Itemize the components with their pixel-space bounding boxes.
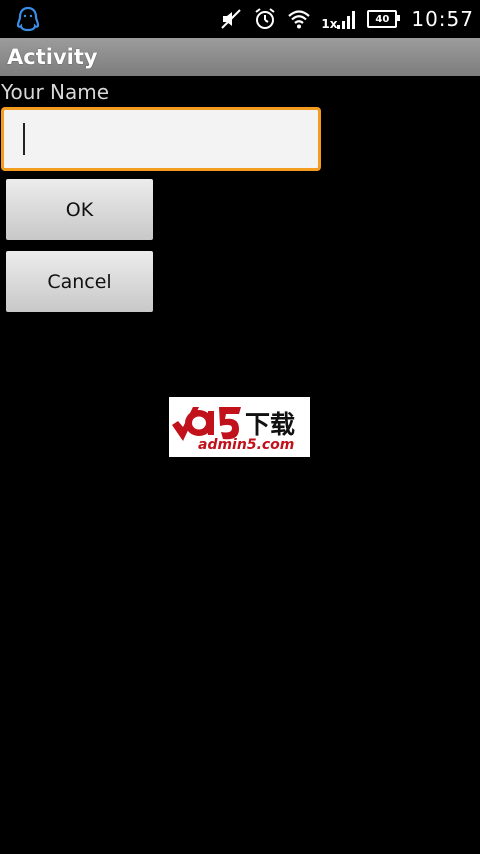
status-time: 10:57	[411, 7, 474, 31]
ok-button[interactable]: OK	[6, 179, 153, 240]
text-cursor	[23, 123, 25, 155]
battery-level: 40	[375, 13, 390, 25]
watermark-logo: 下载 admin5.com a5	[169, 397, 310, 457]
qq-penguin-icon	[16, 6, 40, 32]
title-bar: Activity	[0, 38, 480, 76]
cancel-button[interactable]: Cancel	[6, 251, 153, 312]
logo-sub-text: admin5.com	[198, 437, 295, 453]
wifi-icon	[288, 10, 311, 29]
signal-icon: 1x	[321, 7, 357, 31]
status-bar: 1x 40 10:57	[0, 0, 480, 38]
muted-icon	[221, 9, 242, 29]
name-input-container[interactable]	[1, 107, 321, 171]
battery-icon: 40	[367, 10, 401, 28]
alarm-icon	[255, 8, 275, 29]
logo-main-text: 下载	[245, 410, 296, 439]
status-icons: 1x 40 10:57	[219, 0, 474, 38]
name-label: Your Name	[1, 80, 110, 104]
signal-label: 1x	[321, 17, 338, 31]
page-title: Activity	[7, 45, 98, 69]
name-input[interactable]	[4, 110, 318, 168]
